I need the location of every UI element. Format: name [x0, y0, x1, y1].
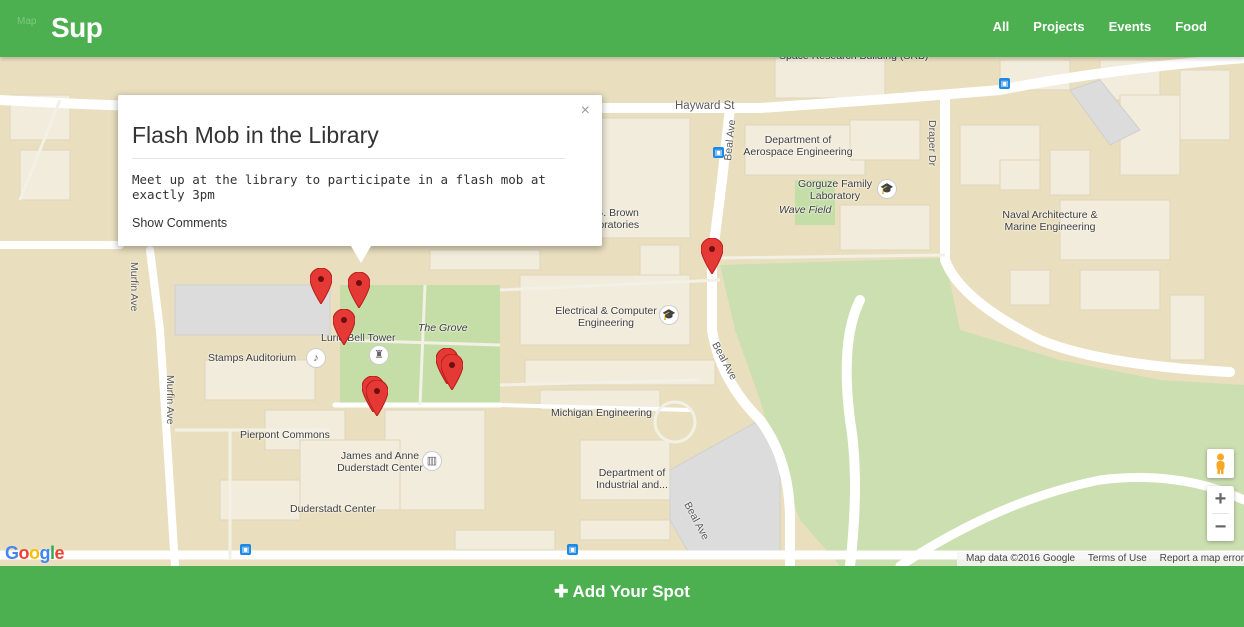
- map-tab[interactable]: Map: [17, 16, 36, 27]
- label-pierpont-commons: Pierpont Commons: [240, 429, 330, 441]
- event-description: Meet up at the library to participate in…: [132, 172, 546, 202]
- bus-stop-icon: ▣: [713, 147, 724, 158]
- school-icon: 🎓: [660, 306, 678, 324]
- event-title: Flash Mob in the Library: [132, 122, 379, 148]
- road-murfin-ave-upper: Murfin Ave: [128, 262, 140, 312]
- label-stamps-auditorium: Stamps Auditorium: [208, 352, 297, 364]
- road-draper-dr: Draper Dr: [926, 120, 938, 167]
- divider: [132, 158, 565, 159]
- label-duderstadt-center: Duderstadt Center: [290, 503, 376, 515]
- zoom-out-button[interactable]: −: [1207, 514, 1234, 541]
- bus-stop-icon: ▣: [240, 544, 251, 555]
- info-window-tail: [351, 246, 371, 263]
- bus-stop-icon: ▣: [567, 544, 578, 555]
- zoom-control: + −: [1207, 486, 1234, 541]
- landmark-icon: ♜: [370, 346, 388, 364]
- show-comments-link[interactable]: Show Comments: [132, 216, 227, 230]
- label-the-grove: The Grove: [418, 322, 468, 334]
- top-navbar: Map Sup All Projects Events Food: [0, 0, 1244, 57]
- street-view-button[interactable]: [1207, 449, 1234, 478]
- label-duderstadt-full: James and Anne Duderstadt Center: [337, 450, 423, 474]
- report-map-error-link[interactable]: Report a map error: [1155, 553, 1244, 564]
- category-nav: All Projects Events Food: [981, 19, 1219, 34]
- map-marker[interactable]: [366, 380, 388, 416]
- nav-events[interactable]: Events: [1097, 19, 1164, 34]
- info-window: × Flash Mob in the Library Meet up at th…: [118, 95, 602, 263]
- map-marker-selected[interactable]: [348, 272, 370, 308]
- terms-of-use-link[interactable]: Terms of Use: [1083, 553, 1152, 564]
- map-attribution: Map data ©2016 Google Terms of Use Repor…: [957, 552, 1244, 566]
- pegman-icon: [1216, 453, 1225, 474]
- nav-food[interactable]: Food: [1163, 19, 1219, 34]
- music-icon: ♪: [307, 349, 325, 367]
- google-logo[interactable]: Google: [5, 543, 65, 564]
- map-marker[interactable]: [441, 354, 463, 390]
- road-murfin-ave-lower: Murfin Ave: [164, 375, 176, 425]
- brand-logo[interactable]: Sup: [51, 12, 103, 44]
- map-marker[interactable]: [333, 309, 355, 345]
- label-aerospace: Department of Aerospace Engineering: [743, 134, 853, 158]
- label-electrical: Electrical & Computer Engineering: [555, 305, 657, 329]
- footer-bar: ✚ Add Your Spot: [0, 566, 1244, 627]
- map-marker[interactable]: [310, 268, 332, 304]
- map-marker[interactable]: [701, 238, 723, 274]
- bus-stop-icon: ▣: [999, 78, 1010, 89]
- map-data-credit: Map data ©2016 Google: [966, 553, 1076, 564]
- nav-projects[interactable]: Projects: [1021, 19, 1096, 34]
- zoom-in-button[interactable]: +: [1207, 486, 1234, 513]
- label-gorguze: Gorguze Family Laboratory: [797, 178, 873, 202]
- school-icon: 🎓: [878, 180, 896, 198]
- label-michigan-engineering: Michigan Engineering: [551, 407, 652, 419]
- add-spot-button[interactable]: ✚ Add Your Spot: [0, 566, 1244, 627]
- label-industrial: Department of Industrial and...: [596, 467, 668, 491]
- nav-all[interactable]: All: [981, 19, 1022, 34]
- close-icon[interactable]: ×: [581, 102, 590, 120]
- library-icon: ▥: [423, 452, 441, 470]
- map-canvas[interactable]: Space Research Building (SRB) Hayward St…: [0, 0, 1244, 566]
- label-wave-field: Wave Field: [779, 204, 832, 216]
- road-hayward-st: Hayward St: [675, 100, 735, 112]
- label-naval: Naval Architecture & Marine Engineering: [1002, 209, 1098, 233]
